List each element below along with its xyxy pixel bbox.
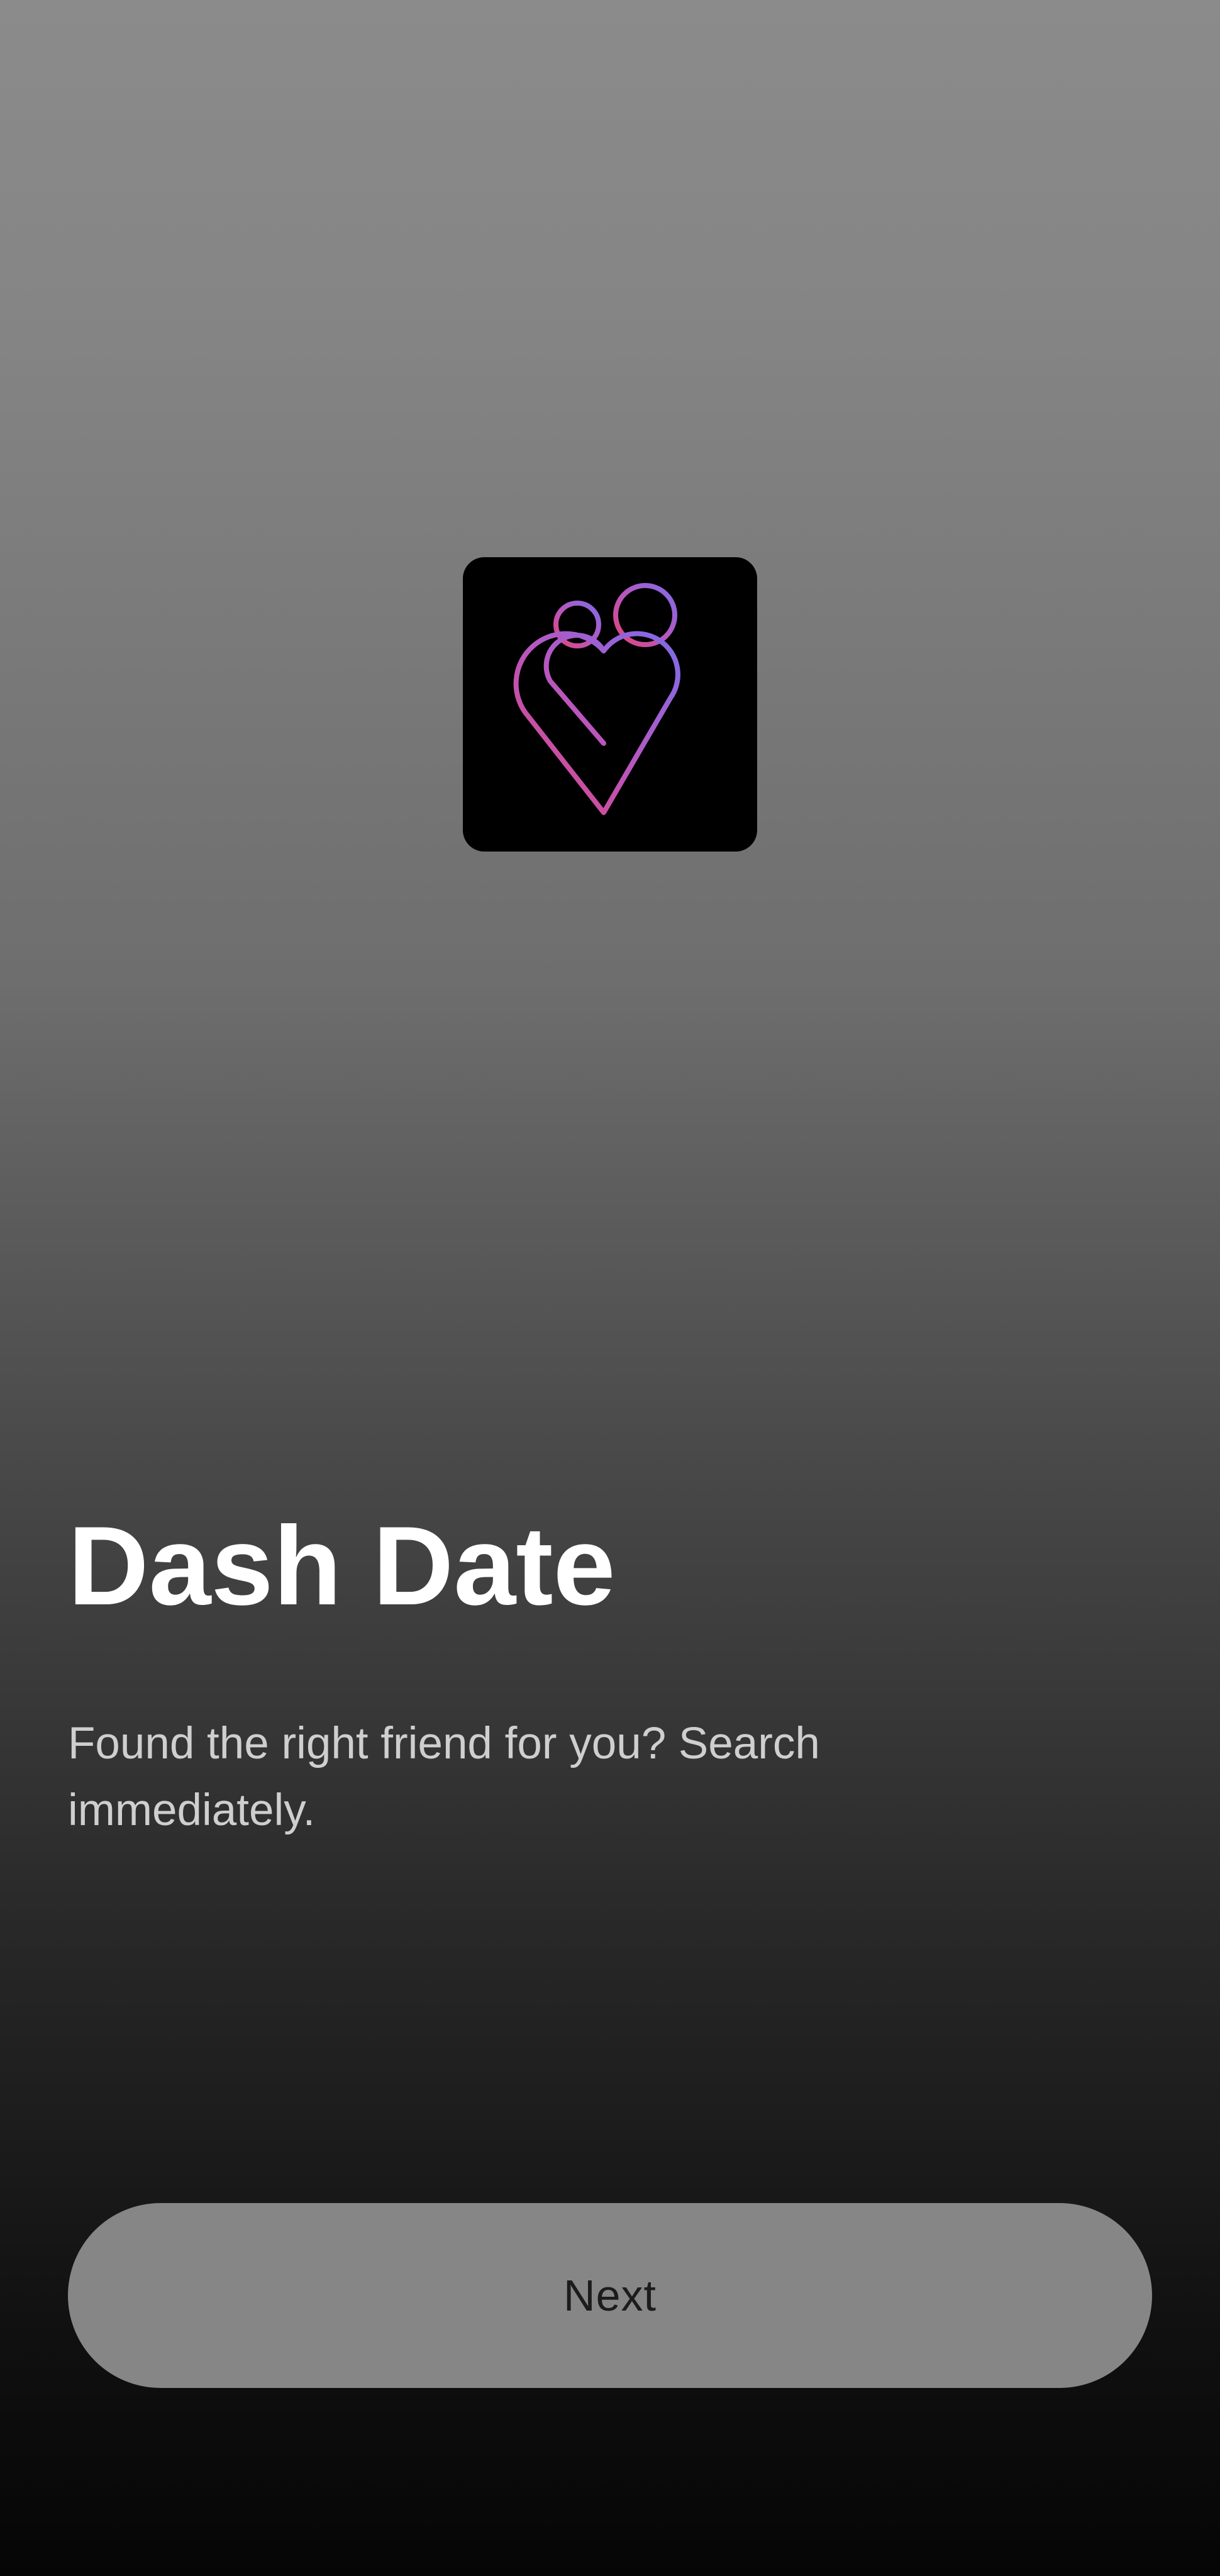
app-logo	[463, 557, 757, 852]
heart-couple-icon	[513, 583, 680, 815]
next-button-label: Next	[563, 2271, 657, 2320]
onboarding-subtitle: Found the right friend for you? Search i…	[68, 1719, 820, 1835]
onboarding-screen: Dash Date Found the right friend for you…	[0, 0, 1220, 2576]
next-button[interactable]: Next	[68, 2203, 1152, 2388]
app-title: Dash Date	[68, 1503, 616, 1628]
